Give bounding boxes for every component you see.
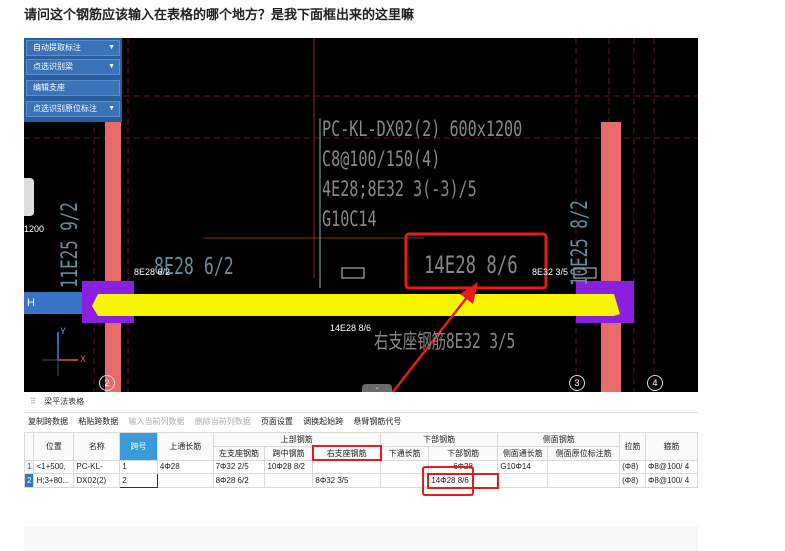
col-position: 位置 — [33, 432, 75, 461]
group-side-rebar: 侧面钢筋 — [497, 432, 621, 447]
table-row[interactable]: 2 H;3+80... DX02(2) 2 8Φ28 6/2 8Φ32 3/5 … — [23, 472, 699, 489]
left-column — [105, 122, 121, 392]
col-span[interactable]: 跨号 — [119, 432, 158, 461]
paste-span-data-button[interactable]: 粘贴跨数据 — [78, 417, 118, 426]
col-left-support: 左支座钢筋 — [212, 445, 266, 461]
h-label: H — [24, 292, 82, 314]
edit-support-label: 编辑支座 — [33, 83, 65, 92]
cad-viewport[interactable]: PC-KL-DX02(2) 600x1200 C8@100/150(4) 4E2… — [24, 38, 698, 392]
auto-extract-label: 自动提取标注 — [33, 43, 81, 52]
cell-name[interactable]: PC-KL- — [73, 459, 121, 474]
cell-position[interactable]: H;3+80... — [33, 473, 75, 488]
right-vertical-text: 10E25 8/2 — [568, 200, 593, 286]
corner-cell — [23, 432, 35, 461]
panel-footer — [24, 526, 698, 551]
col-stirrup: 箍筋 — [644, 432, 699, 461]
col-top-through: 上通长筋 — [156, 432, 214, 461]
cell-right-support[interactable]: 8Φ32 3/5 — [312, 473, 381, 488]
collapse-panel-tab[interactable]: ⌄ — [362, 384, 392, 392]
cell-span[interactable]: 1 — [119, 459, 158, 474]
col-right-support: 右支座钢筋 — [311, 445, 382, 461]
cell-right-support[interactable] — [312, 459, 381, 474]
cell-side-in-situ[interactable] — [547, 473, 621, 488]
beam-annotation-line: 4E28;8E32 3(-3)/5 — [322, 177, 477, 201]
axis-x-label: X — [80, 354, 87, 364]
panel-title: 梁平法表格 — [44, 397, 85, 406]
delete-column-data-button[interactable]: 删除当前列数据 — [195, 417, 251, 426]
beam-annotation-line: PC-KL-DX02(2) 600x1200 — [322, 117, 523, 141]
left-scroll-handle[interactable] — [24, 178, 34, 216]
pick-beam-label: 点选识别梁 — [33, 62, 73, 71]
axis-marker-2: 2 — [99, 375, 115, 391]
beam-table: 位置 名称 跨号 上通长筋 上部钢筋 下部钢筋 侧面钢筋 拉筋 箍筋 左支座钢筋… — [23, 432, 699, 489]
dropdown-arrow-icon[interactable]: ▼ — [108, 60, 115, 74]
user-highlight-box — [422, 466, 474, 496]
col-name: 名称 — [73, 432, 121, 461]
page-setup-button[interactable]: 页面设置 — [261, 417, 293, 426]
cell-top-through[interactable]: 4Φ28 — [156, 459, 214, 474]
panel-header: ⠿ 梁平法表格 — [24, 392, 698, 413]
col-side-in-situ: 侧面原位标注筋 — [547, 445, 621, 461]
drag-grip-icon[interactable]: ⠿ — [30, 397, 36, 406]
swap-start-span-button[interactable]: 调换起始跨 — [303, 417, 343, 426]
row-number[interactable]: 1 — [23, 459, 35, 474]
below-beam-text: 14E28 8/6 — [330, 323, 372, 333]
beam-annotation-line: C8@100/150(4) — [322, 147, 441, 171]
cell-tie[interactable]: (Φ8) — [619, 473, 646, 488]
axis-marker-3: 3 — [569, 375, 585, 391]
right-small-text: 8E32 3/5 — [532, 267, 569, 277]
col-bottom-through: 下通长筋 — [380, 445, 429, 461]
cell-position[interactable]: <1+500, — [33, 459, 75, 474]
col-mid-span: 跨中钢筋 — [264, 445, 314, 461]
cell-side-in-situ[interactable] — [547, 459, 621, 474]
cell-stirrup[interactable]: Φ8@100/ 4 — [644, 459, 699, 474]
cell-mid-span[interactable] — [264, 473, 314, 488]
right-bottom-text: 右支座钢筋8E32 3/5 — [374, 329, 516, 353]
col-bottom-rebar: 下部钢筋 — [427, 445, 499, 461]
right-column — [601, 122, 621, 392]
beam-annotation-line: G10C14 — [322, 207, 377, 231]
left-vertical-text: 11E25 9/2 — [58, 202, 83, 288]
auto-extract-button[interactable]: 自动提取标注 ▼ — [26, 40, 120, 56]
cell-left-support[interactable]: 7Φ32 2/5 — [212, 459, 266, 474]
group-top-rebar: 上部钢筋 — [212, 432, 382, 447]
panel-toolbar: 复制跨数据 粘贴跨数据 输入当前列数据 删除当前列数据 页面设置 调换起始跨 悬… — [24, 413, 698, 431]
cell-side-through[interactable]: G10Φ14 — [497, 459, 549, 474]
cantilever-code-button[interactable]: 悬臂钢筋代号 — [353, 417, 401, 426]
row-number[interactable]: 2 — [23, 473, 35, 488]
boxed-rebar-text: 14E28 8/6 — [424, 251, 518, 279]
cell-stirrup[interactable]: Φ8@100/ 4 — [644, 473, 699, 488]
copy-span-data-button[interactable]: 复制跨数据 — [28, 417, 68, 426]
dropdown-arrow-icon[interactable]: ▼ — [108, 41, 115, 55]
edit-support-button[interactable]: 编辑支座 — [26, 80, 120, 96]
cell-side-through[interactable] — [497, 473, 549, 488]
cell-left-support[interactable]: 8Φ28 6/2 — [212, 473, 266, 488]
beam-table-panel: ⠿ 梁平法表格 复制跨数据 粘贴跨数据 输入当前列数据 删除当前列数据 页面设置… — [23, 392, 699, 526]
left-small-text: 8E28 6/2 — [134, 267, 171, 277]
pick-in-situ-label: 点选识别原位标注 — [33, 104, 97, 113]
dropdown-arrow-icon[interactable]: ▼ — [108, 102, 115, 116]
question-title: 请问这个钢筋应该输入在表格的哪个地方？是我下面框出来的这里嘛 — [24, 7, 415, 22]
pick-in-situ-button[interactable]: 点选识别原位标注 ▼ — [26, 101, 120, 117]
cell-name[interactable]: DX02(2) — [73, 473, 121, 488]
input-column-data-button[interactable]: 输入当前列数据 — [128, 417, 184, 426]
cell-mid-span[interactable]: 10Φ28 8/2 — [264, 459, 314, 474]
group-bottom-rebar: 下部钢筋 — [379, 432, 499, 447]
beam-body — [92, 294, 620, 316]
side-command-panel: 自动提取标注 ▼ 点选识别梁 ▼ 编辑支座 点选识别原位标注 ▼ — [24, 38, 122, 122]
axis-marker-4: 4 — [647, 375, 663, 391]
cell-top-through[interactable] — [156, 473, 214, 488]
col-side-through: 侧面通长筋 — [497, 445, 549, 461]
cell-tie[interactable]: (Φ8) — [619, 459, 646, 474]
axis-y-label: Y — [60, 326, 67, 336]
left-edge-number: 1200 — [24, 224, 45, 234]
col-tie: 拉筋 — [619, 432, 646, 461]
pick-beam-button[interactable]: 点选识别梁 ▼ — [26, 59, 120, 75]
cell-span-editing[interactable]: 2 — [119, 473, 158, 488]
table-row[interactable]: 1 <1+500, PC-KL- 1 4Φ28 7Φ32 2/5 10Φ28 8… — [23, 459, 699, 474]
beam-annotation: PC-KL-DX02(2) 600x1200 C8@100/150(4) 4E2… — [322, 114, 522, 234]
